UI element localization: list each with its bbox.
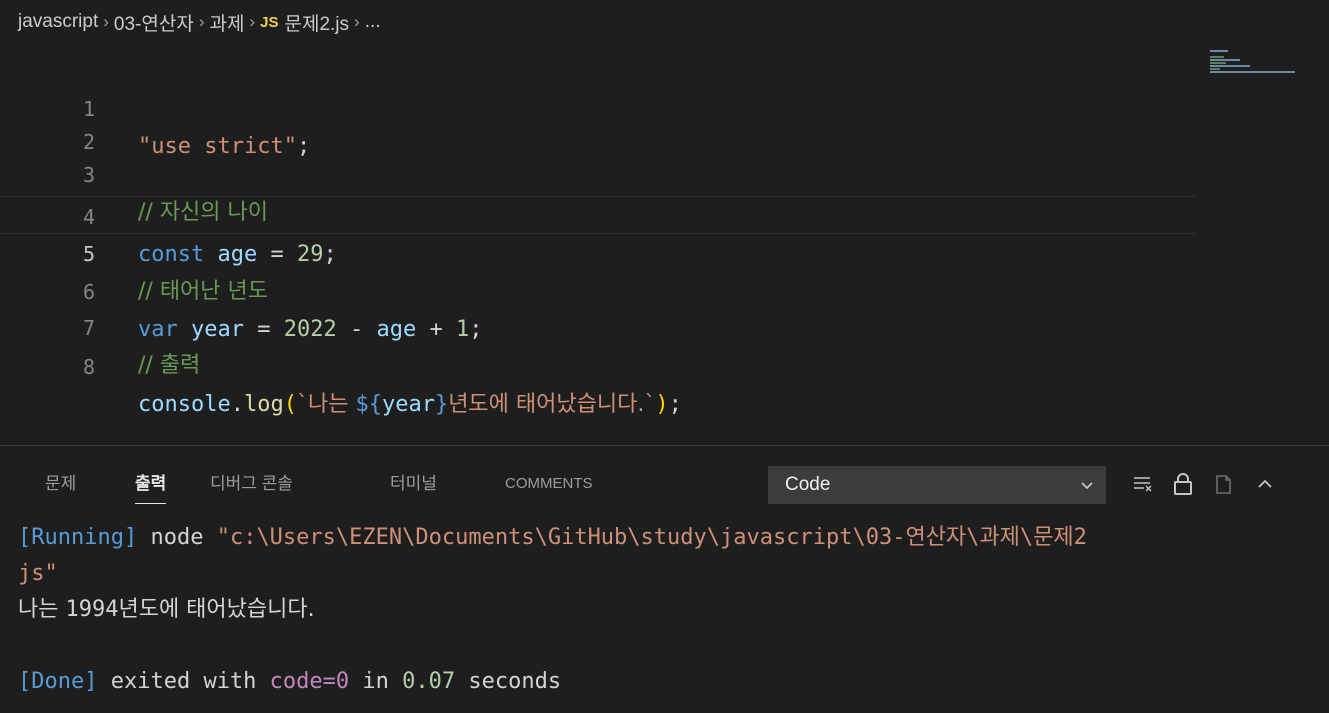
chevron-down-icon bbox=[1081, 482, 1093, 490]
code-token-function: log bbox=[243, 392, 284, 417]
output-channel-value: Code bbox=[785, 474, 831, 495]
chevron-right-icon: › bbox=[354, 12, 360, 31]
output-tag: [Done] bbox=[18, 669, 98, 694]
code-line-8[interactable]: 8 console.log(`나는 ${year}년도에 태어났습니다.`); bbox=[0, 310, 1195, 417]
tab-terminal[interactable]: 터미널 bbox=[390, 458, 437, 510]
output-text: exited with bbox=[97, 669, 270, 694]
output-text: seconds bbox=[455, 669, 562, 694]
clear-output-icon[interactable] bbox=[1130, 470, 1156, 498]
code-line-3[interactable]: 3 // 자신의 나이 bbox=[0, 118, 1195, 225]
output-duration: 0.07 bbox=[402, 669, 456, 694]
output-number: 1994 bbox=[65, 597, 119, 622]
code-token-punctuation: ; bbox=[668, 392, 682, 417]
code-token-punctuation: . bbox=[230, 392, 244, 417]
minimap-line bbox=[1210, 56, 1224, 58]
tab-output[interactable]: 출력 bbox=[135, 458, 167, 510]
output-text: node bbox=[137, 525, 217, 550]
minimap-line bbox=[1210, 59, 1240, 61]
output-line-blank bbox=[18, 628, 1329, 664]
code-token-interpolation: ${ bbox=[355, 392, 382, 417]
breadcrumb-item-subfolder[interactable]: 과제 bbox=[210, 9, 245, 36]
code-token-object: console bbox=[138, 392, 231, 417]
minimap-line bbox=[1210, 62, 1226, 64]
output-line-done: [Done] exited with code=0 in 0.07 second… bbox=[18, 664, 1329, 700]
code-token-interpolation: } bbox=[434, 392, 449, 417]
code-token-bracket: ( bbox=[283, 392, 297, 417]
output-line-running: [Running] node "c:\Users\EZEN\Documents\… bbox=[18, 520, 1329, 556]
output-path: js" bbox=[18, 561, 58, 586]
chevron-right-icon: › bbox=[198, 12, 205, 31]
code-token-variable: year bbox=[381, 392, 435, 417]
panel-divider bbox=[0, 445, 1329, 446]
code-line-4[interactable]: 4 const age = 29; bbox=[0, 160, 1195, 267]
tab-debug-console[interactable]: 디버그 콘솔 bbox=[210, 458, 293, 510]
code-line-7[interactable]: 7 // 출력 bbox=[0, 271, 1195, 378]
javascript-file-icon: JS bbox=[260, 13, 279, 31]
minimap[interactable] bbox=[1210, 48, 1300, 93]
chevron-right-icon: › bbox=[103, 12, 109, 31]
code-token-comment: // 출력 bbox=[138, 353, 201, 378]
code-line-6[interactable]: 6 var year = 2022 - age + 1; bbox=[0, 235, 1195, 342]
breadcrumb-item-file[interactable]: 문제2.js bbox=[285, 9, 350, 36]
output-text: 나는 bbox=[18, 597, 66, 622]
breadcrumb: javascript › 03-연산자 › 과제 › JS 문제2.js › .… bbox=[18, 0, 381, 44]
output-line-running-wrap: js" bbox=[18, 556, 1329, 592]
output-log[interactable]: [Running] node "c:\Users\EZEN\Documents\… bbox=[18, 520, 1329, 700]
minimap-line bbox=[1210, 71, 1295, 73]
minimap-line bbox=[1210, 65, 1250, 67]
output-text: in bbox=[349, 669, 403, 694]
code-token-template-string: 년도에 태어났습니다.` bbox=[448, 392, 656, 417]
output-path: "c:\Users\EZEN\Documents\GitHub\study\ja… bbox=[216, 525, 1087, 550]
code-editor[interactable]: 1 "use strict"; 2 3 // 자신의 나이 4 const ag… bbox=[0, 52, 1329, 417]
tab-comments[interactable]: COMMENTS bbox=[505, 458, 593, 510]
breadcrumb-item-javascript[interactable]: javascript bbox=[18, 11, 98, 33]
chevron-right-icon: › bbox=[249, 12, 256, 31]
code-token-template-string: `나는 bbox=[296, 392, 356, 417]
line-number: 8 bbox=[82, 355, 95, 379]
code-token-bracket: ) bbox=[655, 392, 669, 417]
output-text: 년도에 태어났습니다. bbox=[118, 597, 315, 622]
minimap-line bbox=[1210, 50, 1228, 52]
code-line-5-current[interactable]: 5 // 태어난 년도 bbox=[0, 196, 1195, 304]
output-channel-select[interactable]: Code bbox=[768, 466, 1106, 504]
breadcrumb-item-folder[interactable]: 03-연산자 bbox=[114, 9, 194, 36]
output-line-result: 나는 1994년도에 태어났습니다. bbox=[18, 592, 1329, 628]
chevron-up-icon[interactable] bbox=[1252, 470, 1278, 498]
tab-problems[interactable]: 문제 bbox=[45, 458, 76, 510]
minimap-line bbox=[1210, 68, 1220, 70]
output-exit-code: code=0 bbox=[269, 669, 350, 694]
open-in-editor-icon[interactable] bbox=[1210, 470, 1236, 498]
breadcrumb-item-symbols[interactable]: ... bbox=[365, 11, 381, 33]
lock-icon[interactable] bbox=[1170, 470, 1196, 498]
output-tag: [Running] bbox=[18, 525, 138, 550]
